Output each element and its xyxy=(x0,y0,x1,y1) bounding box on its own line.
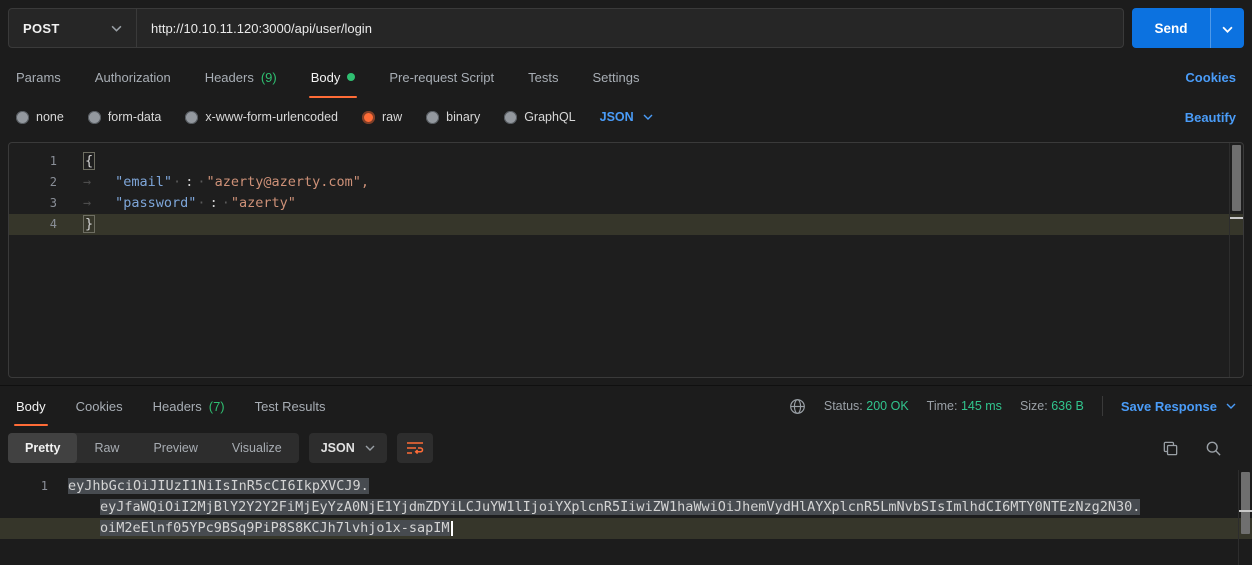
size-badge: Size: 636 B xyxy=(1020,399,1084,413)
tab-whitespace-arrow: → xyxy=(83,174,91,190)
beautify-link[interactable]: Beautify xyxy=(1185,110,1236,125)
tab-settings[interactable]: Settings xyxy=(592,56,639,98)
text-cursor xyxy=(451,521,453,536)
mode-raw[interactable]: raw xyxy=(362,110,402,124)
language-select[interactable]: JSON xyxy=(600,110,653,124)
search-button[interactable] xyxy=(1205,440,1222,457)
response-tab-test-results[interactable]: Test Results xyxy=(255,386,326,426)
mode-form-data[interactable]: form-data xyxy=(88,110,162,124)
response-tabs-row: Body Cookies Headers (7) Test Results St… xyxy=(0,386,1252,426)
response-actions xyxy=(1162,440,1236,457)
radio-icon xyxy=(426,111,439,124)
scrollbar-thumb[interactable] xyxy=(1232,145,1241,211)
response-line: 1 eyJhbGciOiJIUzI1NiIsInR5cCI6IkpXVCJ9. xyxy=(0,476,1252,497)
line-number: 4 xyxy=(9,214,71,235)
response-line-current: oiM2eElnf05YPc9BSq9PiP8S8KCJh7lvhjo1x-sa… xyxy=(0,518,1252,539)
radio-icon xyxy=(504,111,517,124)
response-language-select[interactable]: JSON xyxy=(309,433,387,463)
line-number: 2 xyxy=(9,172,71,193)
radio-icon xyxy=(185,111,198,124)
chevron-down-icon xyxy=(365,445,375,451)
send-button[interactable]: Send xyxy=(1132,8,1210,48)
request-panel: POST http://10.10.11.120:3000/api/user/l… xyxy=(0,0,1252,378)
tab-headers[interactable]: Headers (9) xyxy=(205,56,277,98)
request-tabs: Params Authorization Headers (9) Body Pr… xyxy=(0,56,1252,98)
close-brace: } xyxy=(83,215,95,233)
headers-count: (9) xyxy=(261,70,277,85)
tab-tests[interactable]: Tests xyxy=(528,56,558,98)
cursor-overview-marker xyxy=(1239,510,1252,512)
response-panel: Body Cookies Headers (7) Test Results St… xyxy=(0,385,1252,565)
chevron-down-icon xyxy=(1226,403,1236,409)
chevron-down-icon xyxy=(111,25,122,32)
json-string-value: "azerty" xyxy=(231,195,296,211)
method-select[interactable]: POST xyxy=(9,9,137,47)
response-tab-headers[interactable]: Headers (7) xyxy=(153,386,225,426)
cookies-link[interactable]: Cookies xyxy=(1185,70,1236,85)
send-split-button: Send xyxy=(1132,8,1244,48)
wrap-lines-icon xyxy=(406,441,424,455)
radio-icon xyxy=(88,111,101,124)
mode-binary[interactable]: binary xyxy=(426,110,480,124)
view-tab-pretty[interactable]: Pretty xyxy=(8,433,77,463)
response-view-switcher: Pretty Raw Preview Visualize xyxy=(8,433,299,463)
mode-graphql[interactable]: GraphQL xyxy=(504,110,575,124)
editor-scrollbar[interactable] xyxy=(1229,143,1243,377)
response-meta: Status: 200 OK Time: 145 ms Size: 636 B … xyxy=(789,396,1236,416)
tab-authorization[interactable]: Authorization xyxy=(95,56,171,98)
chevron-down-icon xyxy=(643,114,653,120)
line-number: 1 xyxy=(0,476,62,497)
copy-button[interactable] xyxy=(1162,440,1179,457)
response-toolbar: Pretty Raw Preview Visualize JSON xyxy=(0,426,1252,470)
tab-params[interactable]: Params xyxy=(16,56,61,98)
code-line: 2 →"email"·:·"azerty@azerty.com", xyxy=(9,172,1243,193)
code-line-current: 4 } xyxy=(9,214,1243,235)
request-body-editor[interactable]: 1 { 2 →"email"·:·"azerty@azerty.com", 3 … xyxy=(8,142,1244,378)
mode-x-www-form-urlencoded[interactable]: x-www-form-urlencoded xyxy=(185,110,338,124)
jwt-token-part-payload: eyJfaWQiOiI2MjBlY2Y2Y2FiMjEyYzA0NjE1Yjdm… xyxy=(100,499,1140,515)
response-body-viewer[interactable]: 1 eyJhbGciOiJIUzI1NiIsInR5cCI6IkpXVCJ9. … xyxy=(0,470,1252,565)
jwt-token-part-header: eyJhbGciOiJIUzI1NiIsInR5cCI6IkpXVCJ9. xyxy=(68,478,369,494)
tab-whitespace-arrow: → xyxy=(83,195,91,211)
time-badge: Time: 145 ms xyxy=(927,399,1002,413)
method-label: POST xyxy=(23,21,60,36)
status-badge: Status: 200 OK xyxy=(824,399,909,413)
mode-none[interactable]: none xyxy=(16,110,64,124)
response-tab-body[interactable]: Body xyxy=(16,386,46,426)
code-line: 3 →"password"·:·"azerty" xyxy=(9,193,1243,214)
open-brace: { xyxy=(83,152,95,170)
json-key: "password" xyxy=(115,195,196,211)
body-mode-row: none form-data x-www-form-urlencoded raw… xyxy=(0,98,1252,136)
jwt-token-part-signature: oiM2eElnf05YPc9BSq9PiP8S8KCJh7lvhjo1x-sa… xyxy=(100,520,450,536)
response-tab-cookies[interactable]: Cookies xyxy=(76,386,123,426)
save-response-button[interactable]: Save Response xyxy=(1121,399,1236,414)
line-number: 1 xyxy=(9,151,71,172)
send-options-button[interactable] xyxy=(1210,8,1244,48)
url-input[interactable]: http://10.10.11.120:3000/api/user/login xyxy=(137,9,1123,47)
response-scrollbar[interactable] xyxy=(1238,470,1252,565)
view-tab-raw[interactable]: Raw xyxy=(77,433,136,463)
code-line: 1 { xyxy=(9,151,1243,172)
json-string-value: "azerty@azerty.com", xyxy=(206,174,369,190)
body-modified-dot xyxy=(347,73,355,81)
divider xyxy=(1102,396,1103,416)
line-number: 3 xyxy=(9,193,71,214)
chevron-down-icon xyxy=(1222,21,1233,36)
tab-body[interactable]: Body xyxy=(311,56,356,98)
view-tab-preview[interactable]: Preview xyxy=(136,433,214,463)
tab-pre-request-script[interactable]: Pre-request Script xyxy=(389,56,494,98)
json-key: "email" xyxy=(115,174,172,190)
cursor-overview-marker xyxy=(1230,217,1243,219)
radio-icon xyxy=(16,111,29,124)
response-line: eyJfaWQiOiI2MjBlY2Y2Y2FiMjEyYzA0NjE1Yjdm… xyxy=(0,497,1252,518)
scrollbar-thumb[interactable] xyxy=(1241,472,1250,534)
radio-selected-icon xyxy=(362,111,375,124)
network-globe-icon[interactable] xyxy=(789,398,806,415)
response-headers-count: (7) xyxy=(209,399,225,414)
wrap-lines-button[interactable] xyxy=(397,433,433,463)
view-tab-visualize[interactable]: Visualize xyxy=(215,433,299,463)
url-bar: POST http://10.10.11.120:3000/api/user/l… xyxy=(0,0,1252,56)
url-box: POST http://10.10.11.120:3000/api/user/l… xyxy=(8,8,1124,48)
